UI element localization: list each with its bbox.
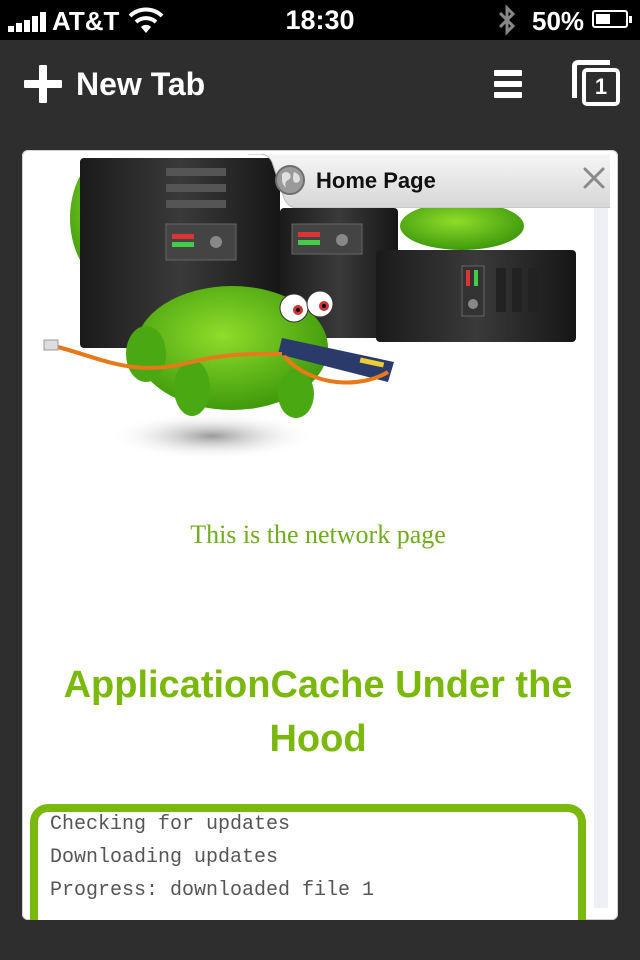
page-scroll-edge xyxy=(594,208,608,908)
toolbar: New Tab 1 xyxy=(0,40,640,136)
new-tab-label: New Tab xyxy=(76,65,206,102)
log-line: Checking for updates xyxy=(50,813,291,836)
close-icon[interactable] xyxy=(580,164,608,192)
battery-percent: 50% xyxy=(532,6,585,36)
tab-card[interactable]: This is the network page ApplicationCach… xyxy=(22,150,618,920)
log-line: Progress: downloaded file 1 xyxy=(50,879,375,902)
log-box: Checking for updates Downloading updates… xyxy=(30,804,586,920)
battery-icon xyxy=(592,10,632,28)
tabs-icon[interactable]: 1 xyxy=(570,58,624,108)
new-tab-button[interactable]: New Tab xyxy=(24,62,205,106)
tab-header[interactable]: Home Page xyxy=(248,154,610,208)
network-page-text: This is the network page xyxy=(190,520,446,549)
page-content: This is the network page ApplicationCach… xyxy=(30,158,594,920)
page-heading: ApplicationCache Under the Hood xyxy=(63,664,573,760)
status-bar: AT&T 18:30 50% xyxy=(0,0,640,40)
globe-icon xyxy=(274,164,306,196)
tab-title: Home Page xyxy=(316,168,436,193)
log-line: Downloading updates xyxy=(50,846,279,869)
tab-count: 1 xyxy=(582,68,620,106)
plus-icon xyxy=(24,65,62,103)
menu-icon[interactable] xyxy=(490,66,526,102)
bluetooth-icon xyxy=(496,4,518,43)
